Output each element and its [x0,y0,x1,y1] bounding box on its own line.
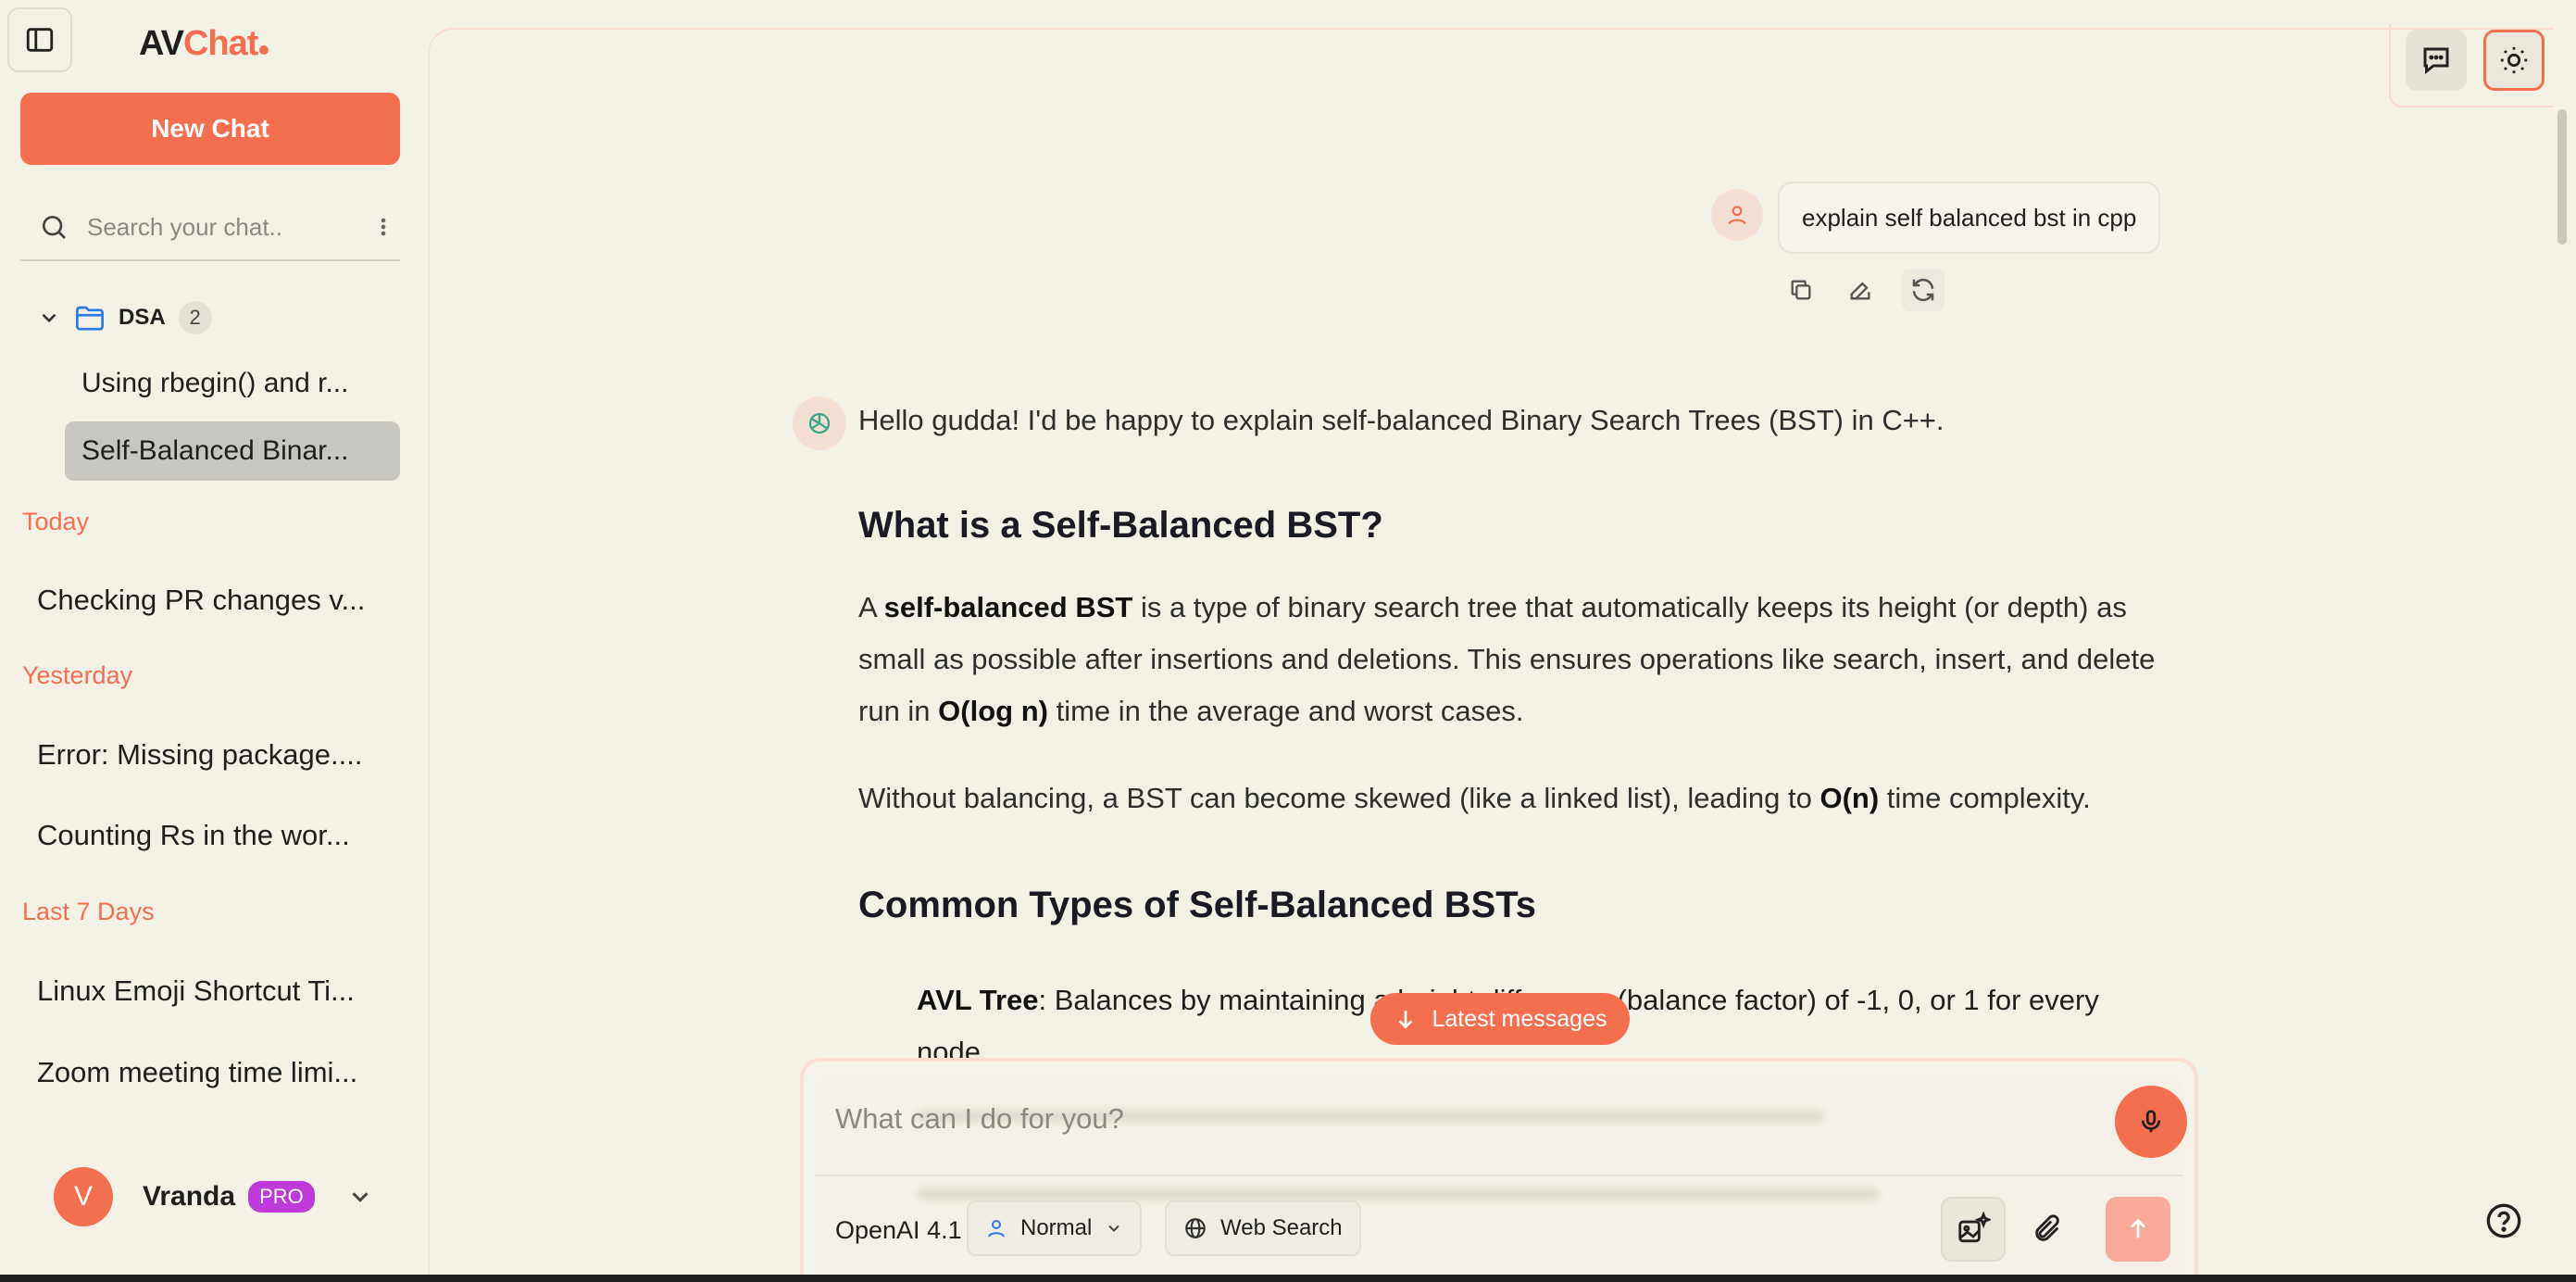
chevron-down-icon [42,313,56,323]
chat-item[interactable]: Checking PR changes v... [37,584,398,617]
web-search-toggle[interactable]: Web Search [1165,1200,1361,1256]
paperclip-icon [2035,1214,2059,1241]
user-icon [1728,206,1746,225]
app-logo[interactable]: AVChat [139,24,269,64]
image-sparkle-icon [1958,1212,1991,1243]
mode-select[interactable]: Normal [967,1200,1143,1256]
section-label-today: Today [22,508,90,535]
attach-file-button[interactable] [2015,1197,2080,1262]
message-icon [2423,47,2449,75]
copy-icon [1791,280,1811,300]
assistant-intro: Hello gudda! I'd be happy to explain sel… [858,404,1945,436]
mode-label: Normal [1020,1215,1093,1240]
message-input[interactable] [835,1102,2039,1136]
section-label-last-7-days: Last 7 Days [22,898,155,925]
scrollbar-thumb[interactable] [2557,109,2567,245]
window-bottom-edge [0,1275,2576,1282]
paragraph-definition: A self-balanced BST is a type of binary … [858,591,2156,727]
folder-chat-item-active[interactable]: Self-Balanced Binar... [65,421,400,481]
help-button[interactable] [2483,1200,2524,1241]
sidebar: AVChat New Chat DSA 2 Using rbegin() and… [0,0,428,1282]
composer-divider [815,1175,2183,1176]
folder-icon [76,306,104,331]
folder-count-badge: 2 [178,301,212,334]
user-message-avatar [1711,189,1763,241]
heading-what-is: What is a Self-Balanced BST? [858,505,1383,546]
refresh-icon [1912,278,1934,302]
chat-search [20,195,400,261]
send-button[interactable] [2106,1197,2170,1262]
chat-item[interactable]: Counting Rs in the wor... [37,819,398,852]
section-label-yesterday: Yesterday [22,661,133,689]
image-generation-button[interactable] [1941,1197,2006,1262]
chat-item[interactable]: Error: Missing package.... [37,738,398,772]
folder-label: DSA [119,305,166,330]
retry-message-button[interactable] [1902,269,1945,311]
more-options-icon[interactable] [374,214,393,240]
chevron-down-icon[interactable] [346,1183,374,1211]
latest-messages-button[interactable]: Latest messages [1370,993,1630,1045]
chat-history-button[interactable] [2406,30,2467,91]
web-search-label: Web Search [1220,1215,1343,1240]
avatar: V [54,1167,113,1226]
user-message-bubble: explain self balanced bst in cpp [1778,182,2161,254]
user-name: Vranda [143,1181,236,1212]
help-icon [2486,1203,2521,1238]
chevron-down-icon [1108,1225,1120,1232]
user-menu[interactable]: V Vranda PRO [54,1167,374,1226]
sidebar-toggle-icon [26,28,54,52]
search-input[interactable] [87,212,365,242]
composer-inner: OpenAI 4.1 Mini Normal Web Search [815,1075,2187,1282]
search-icon [43,216,66,239]
edit-message-button[interactable] [1839,269,1882,311]
latest-messages-label: Latest messages [1432,1005,1607,1032]
arrow-down-icon [1398,1011,1412,1029]
folder-chat-item[interactable]: Using rbegin() and r... [65,354,400,413]
copy-message-button[interactable] [1780,269,1822,311]
heading-common-types: Common Types of Self-Balanced BSTs [858,885,1536,925]
chat-item[interactable]: Linux Emoji Shortcut Ti... [37,974,398,1008]
new-chat-button[interactable]: New Chat [20,93,400,165]
globe-icon [1185,1218,1206,1238]
user-icon [988,1220,1005,1238]
theme-toggle-button[interactable] [2483,30,2545,91]
voice-input-button[interactable] [2115,1086,2187,1158]
message-composer: OpenAI 4.1 Mini Normal Web Search [800,1058,2198,1282]
folder-dsa[interactable]: DSA 2 [37,296,212,339]
sidebar-toggle-button[interactable] [7,7,72,72]
microphone-icon [2141,1110,2161,1133]
arrow-up-icon [2131,1218,2145,1238]
pro-badge: PRO [248,1181,315,1213]
sun-icon [2500,46,2528,74]
chat-item[interactable]: Zoom meeting time limi... [37,1056,398,1089]
assistant-avatar [793,396,846,450]
paragraph-skewed: Without balancing, a BST can become skew… [858,782,2091,814]
edit-icon [1850,282,1870,300]
openai-icon [808,412,831,434]
